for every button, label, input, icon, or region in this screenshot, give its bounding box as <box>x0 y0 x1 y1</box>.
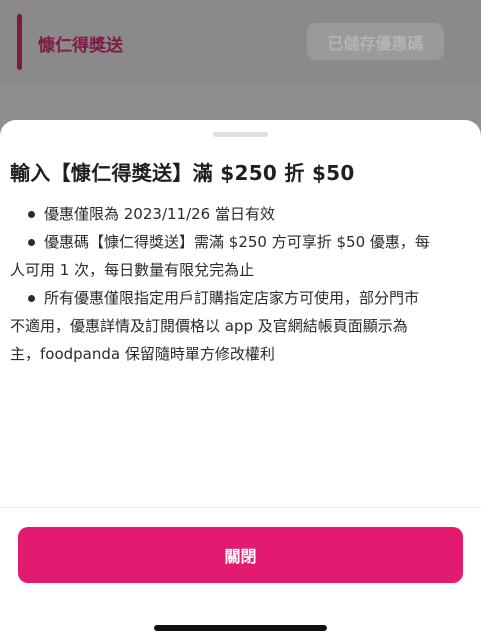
home-indicator <box>154 625 327 631</box>
bullet-icon <box>28 211 35 218</box>
voucher-terms-sheet: 輸入【慷仁得獎送】滿 $250 折 $50 優惠僅限為 2023/11/26 當… <box>0 120 481 640</box>
voucher-accent-bar <box>17 14 22 70</box>
voucher-card: 慷仁得獎送 已儲存優惠碼 <box>0 0 481 85</box>
saved-voucher-button: 已儲存優惠碼 <box>307 23 444 60</box>
term-line: 優惠碼【慷仁得獎送】需滿 $250 方可享折 $50 優惠，每 <box>44 233 430 251</box>
term-line: 主，foodpanda 保留隨時單方修改權利 <box>10 345 275 363</box>
divider <box>0 507 481 508</box>
term-item: 優惠僅限為 2023/11/26 當日有效 <box>10 200 470 228</box>
terms-list: 優惠僅限為 2023/11/26 當日有效 優惠碼【慷仁得獎送】需滿 $250 … <box>10 200 470 368</box>
voucher-title: 慷仁得獎送 <box>38 36 123 56</box>
drag-handle[interactable] <box>213 132 268 137</box>
term-line: 所有優惠僅限指定用戶訂購指定店家方可使用，部分門市 <box>44 289 420 307</box>
term-line: 不適用，優惠詳情及訂閱價格以 app 及官網結帳頁面顯示為 <box>10 317 408 335</box>
sheet-title: 輸入【慷仁得獎送】滿 $250 折 $50 <box>10 161 355 185</box>
close-button[interactable]: 關閉 <box>18 527 463 583</box>
term-item: 優惠碼【慷仁得獎送】需滿 $250 方可享折 $50 優惠，每 人可用 1 次，… <box>10 228 470 284</box>
bullet-icon <box>28 295 35 302</box>
bullet-icon <box>28 239 35 246</box>
term-item: 所有優惠僅限指定用戶訂購指定店家方可使用，部分門市 不適用，優惠詳情及訂閱價格以… <box>10 284 470 368</box>
term-line: 人可用 1 次，每日數量有限兌完為止 <box>10 261 255 279</box>
term-line: 優惠僅限為 2023/11/26 當日有效 <box>44 205 275 223</box>
